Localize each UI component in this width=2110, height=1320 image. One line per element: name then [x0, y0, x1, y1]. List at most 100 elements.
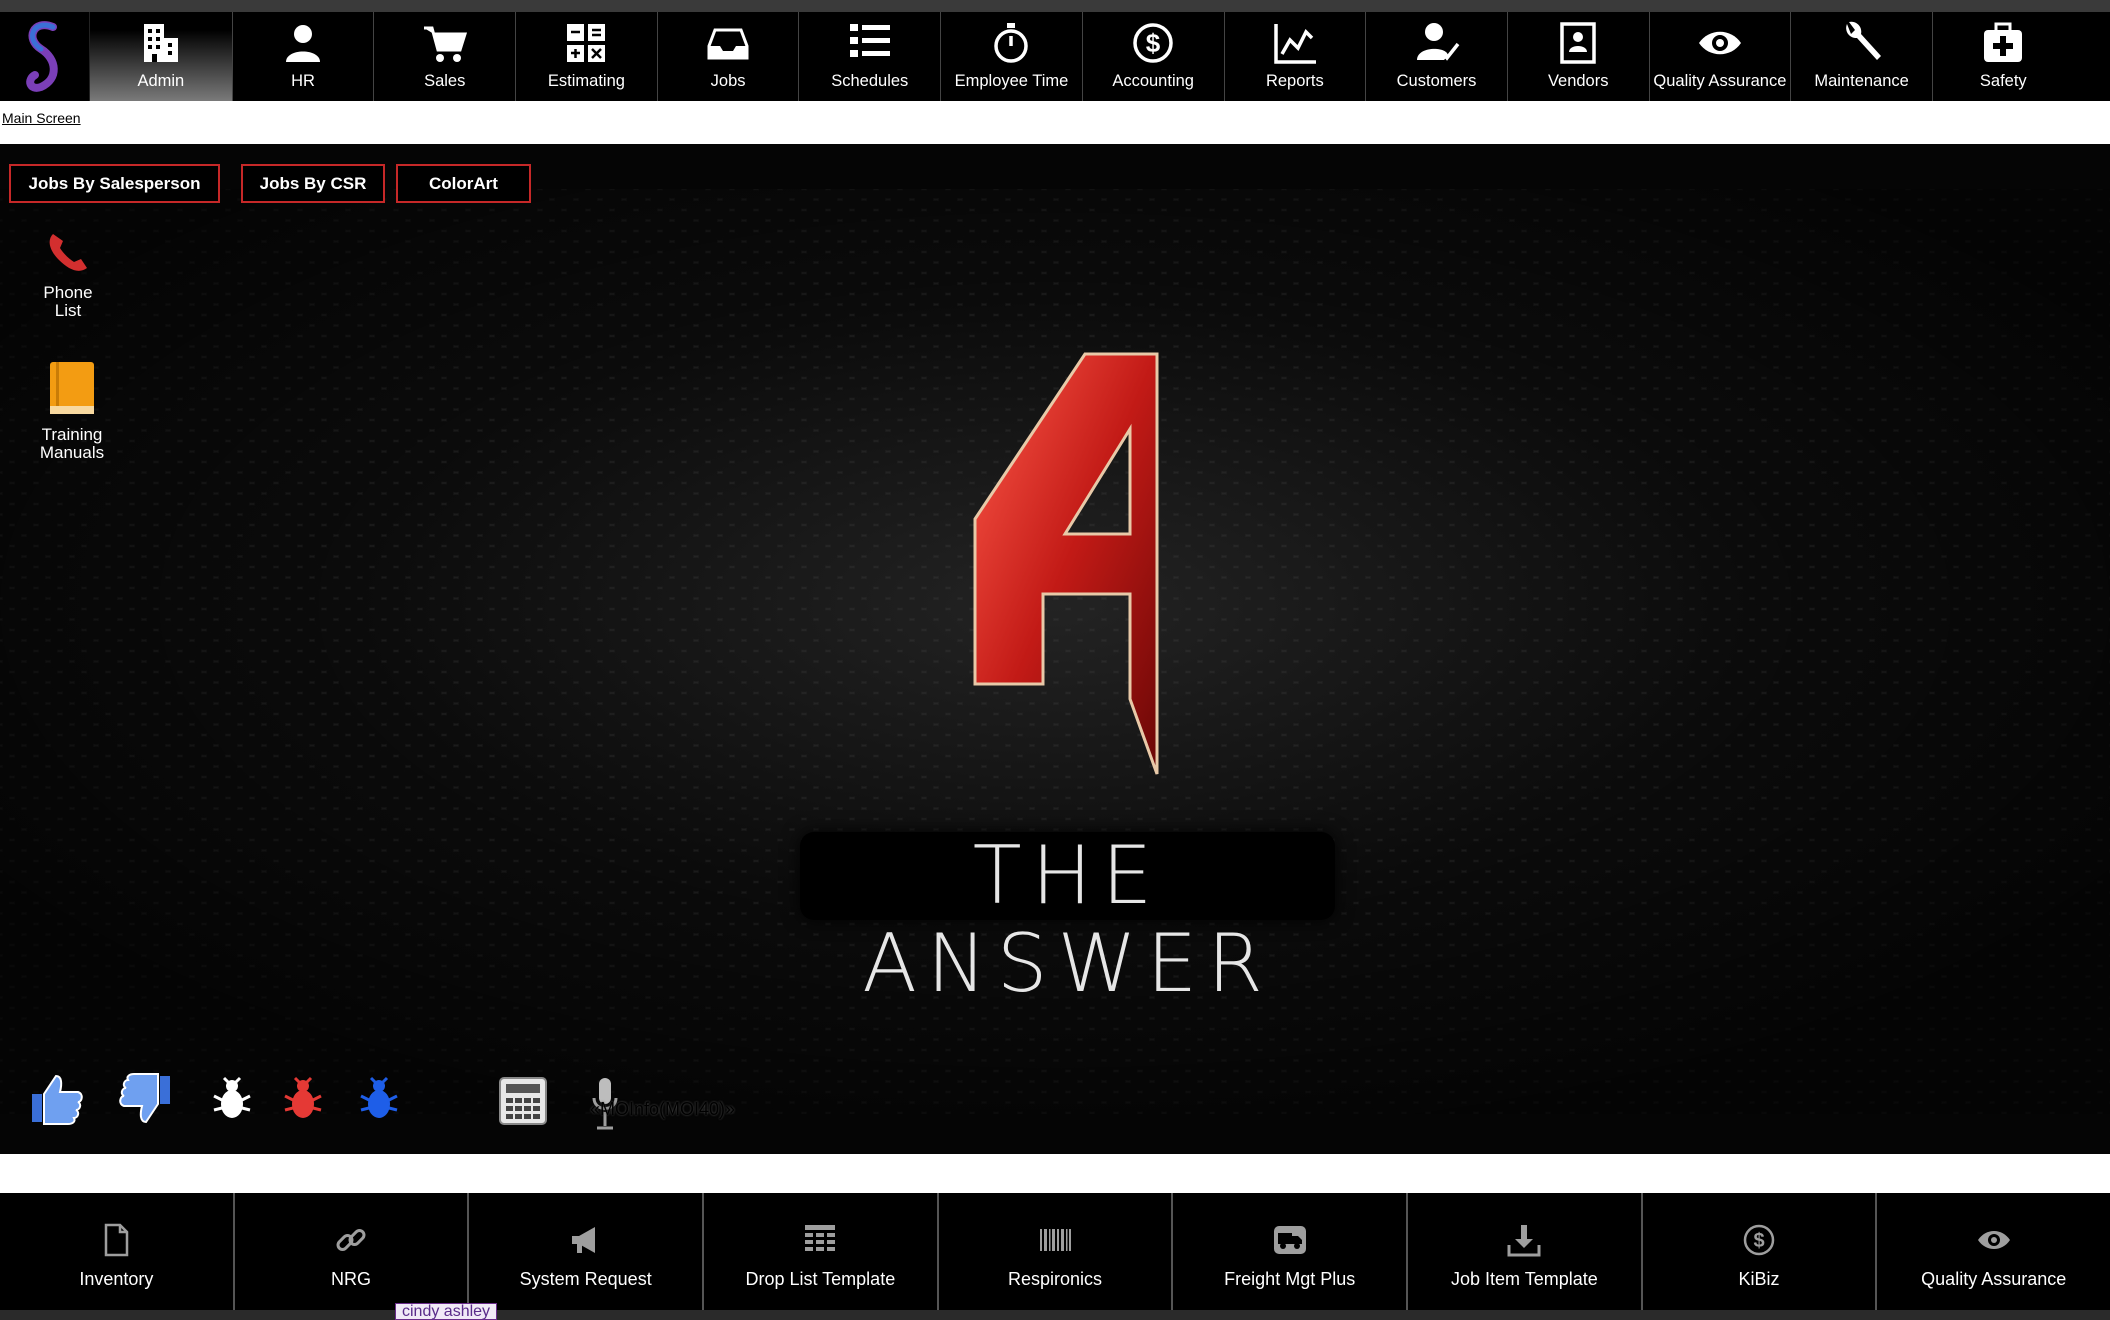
- nav-accounting[interactable]: $ Accounting: [1081, 12, 1224, 101]
- dollar-icon: $: [1743, 1224, 1775, 1256]
- nav-schedules[interactable]: Schedules: [798, 12, 940, 101]
- phone-list-label-1: Phone: [43, 283, 93, 302]
- nav-label: Customers: [1396, 72, 1477, 90]
- person-icon: [286, 25, 321, 62]
- window-top-strip: [0, 0, 2110, 12]
- bug-white-icon[interactable]: [212, 1076, 252, 1122]
- bottom-kibiz[interactable]: $ KiBiz: [1640, 1193, 1876, 1310]
- the-answer-tagline: THE ANSWER: [800, 832, 1335, 1008]
- barcode-icon: [1040, 1229, 1072, 1251]
- nav-vendors[interactable]: Vendors: [1506, 12, 1649, 101]
- bottom-label: Quality Assurance: [1921, 1269, 2067, 1289]
- nav-admin[interactable]: Admin: [90, 12, 232, 101]
- nav-reports[interactable]: Reports: [1223, 12, 1366, 101]
- thumbs-up-icon[interactable]: [28, 1072, 86, 1126]
- underlying-user-name: cindy ashley: [395, 1303, 498, 1320]
- calculator-icon: [567, 24, 606, 62]
- document-icon: [105, 1223, 129, 1257]
- nav-label: Safety: [1979, 72, 2027, 90]
- phone-list-shortcut[interactable]: Phone List: [32, 228, 104, 320]
- bottom-job-item-template[interactable]: Job Item Template: [1406, 1193, 1641, 1310]
- mic-status-text: «MOInfo(MOI40)»: [590, 1099, 736, 1119]
- table-icon: [805, 1225, 836, 1251]
- dollar-icon: $: [1133, 23, 1173, 63]
- colorart-button[interactable]: ColorArt: [396, 164, 531, 203]
- app-logo[interactable]: [0, 12, 90, 101]
- chart-icon: [1274, 24, 1316, 64]
- underlying-window-strip: [0, 1310, 2110, 1320]
- megaphone-icon: [571, 1227, 595, 1253]
- thumbs-down-icon[interactable]: [116, 1072, 174, 1126]
- bottom-inventory[interactable]: Inventory: [0, 1193, 233, 1310]
- training-manuals-shortcut[interactable]: Training Manuals: [30, 358, 114, 462]
- bottom-nrg[interactable]: NRG: [232, 1193, 468, 1310]
- contact-card-icon: [1560, 22, 1596, 64]
- bottom-label: System Request: [519, 1269, 652, 1289]
- bug-blue-icon[interactable]: [359, 1076, 399, 1122]
- nav-label: Sales: [424, 72, 466, 90]
- bottom-label: NRG: [331, 1269, 371, 1289]
- first-aid-icon: [1984, 22, 2023, 62]
- link-icon: [336, 1229, 366, 1251]
- eye-icon: [1698, 31, 1741, 55]
- bottom-toolbar: Inventory NRG System Request Drop List T…: [0, 1193, 2110, 1310]
- bottom-drop-list-template[interactable]: Drop List Template: [702, 1193, 937, 1310]
- top-navigation: Admin HR Sales Estimating Jobs Schedules…: [0, 12, 2110, 101]
- truck-icon: [1273, 1226, 1306, 1254]
- training-manuals-label-2: Manuals: [39, 443, 105, 462]
- bottom-system-request[interactable]: System Request: [467, 1193, 702, 1310]
- nav-employee-time[interactable]: Employee Time: [940, 12, 1082, 101]
- nav-label: Employee Time: [954, 72, 1069, 90]
- jobs-by-salesperson-button[interactable]: Jobs By Salesperson: [9, 164, 220, 203]
- jobs-by-csr-button[interactable]: Jobs By CSR: [241, 164, 385, 203]
- building-icon: [143, 24, 178, 62]
- bottom-label: Respironics: [1008, 1269, 1103, 1289]
- nav-label: Admin: [137, 72, 185, 90]
- nav-customers[interactable]: Customers: [1365, 12, 1507, 101]
- bottom-label: Inventory: [79, 1269, 154, 1289]
- nav-estimating[interactable]: Estimating: [515, 12, 657, 101]
- nav-hr[interactable]: HR: [231, 12, 374, 101]
- eye-icon: [1977, 1231, 2010, 1249]
- wrench-icon: [1845, 21, 1881, 60]
- breadcrumb-main-screen[interactable]: Main Screen: [2, 110, 81, 126]
- nav-label: Accounting: [1112, 72, 1194, 90]
- bottom-label: Freight Mgt Plus: [1224, 1269, 1356, 1289]
- book-icon: [50, 362, 94, 414]
- nav-label: HR: [291, 72, 315, 90]
- nav-maintenance[interactable]: Maintenance: [1790, 12, 1932, 101]
- calculator-tool-icon[interactable]: [498, 1076, 548, 1126]
- nav-safety[interactable]: Safety: [1931, 12, 2074, 101]
- list-icon: [849, 24, 890, 57]
- nav-label: Quality Assurance: [1653, 72, 1787, 90]
- stopwatch-icon: [994, 23, 1029, 63]
- main-desktop: Jobs By Salesperson Jobs By CSR ColorArt…: [0, 144, 2110, 1154]
- bottom-label: KiBiz: [1738, 1269, 1780, 1289]
- download-icon: [1507, 1225, 1541, 1257]
- inbox-icon: [707, 28, 749, 60]
- svg-text:$: $: [1753, 1230, 1764, 1252]
- bottom-label: Drop List Template: [745, 1269, 896, 1289]
- bug-red-icon[interactable]: [283, 1076, 323, 1122]
- training-manuals-label-1: Training: [41, 425, 103, 444]
- bottom-quality-assurance[interactable]: Quality Assurance: [1875, 1193, 2110, 1310]
- app-logo-icon: [25, 20, 58, 92]
- nav-sales[interactable]: Sales: [373, 12, 515, 101]
- bottom-freight-mgt-plus[interactable]: Freight Mgt Plus: [1171, 1193, 1406, 1310]
- phone-list-label-2: List: [54, 301, 82, 320]
- nav-jobs[interactable]: Jobs: [656, 12, 799, 101]
- bottom-respironics[interactable]: Respironics: [936, 1193, 1172, 1310]
- cart-icon: [423, 26, 467, 62]
- nav-label: Vendors: [1547, 72, 1609, 90]
- nav-label: Reports: [1265, 72, 1324, 90]
- nav-label: Jobs: [710, 72, 746, 90]
- bottom-label: Job Item Template: [1450, 1269, 1598, 1289]
- the-answer-logo-mark: [973, 352, 1159, 775]
- nav-quality-assurance[interactable]: Quality Assurance: [1648, 12, 1791, 101]
- user-check-icon: [1416, 23, 1459, 61]
- nav-label: Maintenance: [1814, 72, 1909, 90]
- nav-label: Schedules: [831, 72, 909, 90]
- svg-text:$: $: [1146, 28, 1161, 58]
- nav-label: Estimating: [547, 72, 625, 90]
- phone-icon: [49, 234, 87, 271]
